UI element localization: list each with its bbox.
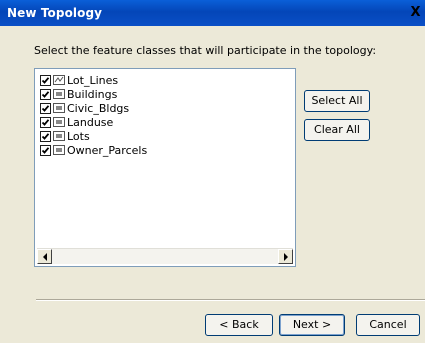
polygon-feature-class-icon (53, 89, 65, 99)
list-item[interactable]: Civic_Bldgs (40, 101, 129, 115)
scroll-right-button[interactable] (278, 249, 293, 264)
feature-class-list[interactable]: Lot_Lines Buildings Civic_Bldgs Landuse … (34, 68, 296, 267)
arrow-left-icon (43, 253, 47, 261)
polygon-feature-class-icon (53, 131, 65, 141)
window-title: New Topology (7, 6, 103, 20)
checkbox[interactable] (40, 74, 51, 86)
line-feature-class-icon (53, 75, 65, 85)
scroll-left-button[interactable] (37, 249, 52, 264)
polygon-feature-class-icon (53, 145, 65, 155)
next-button[interactable]: Next > (279, 314, 345, 336)
list-item[interactable]: Lot_Lines (40, 73, 118, 87)
checkbox[interactable] (40, 144, 51, 156)
list-item[interactable]: Owner_Parcels (40, 143, 147, 157)
arrow-right-icon (284, 253, 288, 261)
title-bar[interactable]: New Topology X (0, 0, 425, 26)
polygon-feature-class-icon (53, 103, 65, 113)
item-label: Lots (67, 129, 90, 143)
back-button[interactable]: < Back (205, 314, 273, 336)
checkbox[interactable] (40, 102, 51, 114)
list-item[interactable]: Lots (40, 129, 90, 143)
list-item[interactable]: Landuse (40, 115, 113, 129)
close-icon[interactable]: X (408, 5, 423, 21)
item-label: Owner_Parcels (67, 143, 148, 157)
select-all-button[interactable]: Select All (304, 90, 370, 112)
polygon-feature-class-icon (53, 117, 65, 127)
list-item[interactable]: Buildings (40, 87, 117, 101)
item-label: Lot_Lines (67, 73, 119, 87)
horizontal-scrollbar[interactable] (37, 248, 293, 264)
instruction-text: Select the feature classes that will par… (34, 44, 377, 57)
checkbox[interactable] (40, 130, 51, 142)
cancel-button[interactable]: Cancel (356, 314, 420, 336)
item-label: Buildings (67, 87, 118, 101)
item-label: Landuse (67, 115, 114, 129)
clear-all-button[interactable]: Clear All (304, 119, 370, 141)
checkbox[interactable] (40, 116, 51, 128)
checkbox[interactable] (40, 88, 51, 100)
feature-class-list-items: Lot_Lines Buildings Civic_Bldgs Landuse … (37, 71, 293, 248)
footer-divider (36, 299, 425, 301)
item-label: Civic_Bldgs (67, 101, 130, 115)
